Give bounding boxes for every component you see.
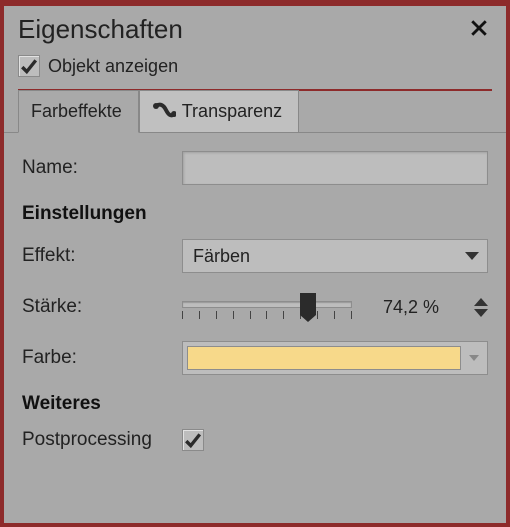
show-object-label: Objekt anzeigen [48, 56, 178, 77]
slider-ticks [182, 311, 352, 321]
form-body: Name: Einstellungen Effekt: Färben Stärk… [4, 133, 506, 451]
row-effect: Effekt: Färben [22, 239, 488, 273]
name-label: Name: [22, 157, 182, 179]
color-swatch [187, 346, 461, 370]
section-more: Weiteres [22, 393, 488, 415]
tab-transparency[interactable]: Transparenz [139, 90, 299, 133]
tab-label: Transparenz [182, 101, 282, 122]
postprocessing-checkbox[interactable] [182, 429, 204, 451]
slider-track [182, 301, 352, 308]
check-icon [184, 431, 202, 449]
tab-label: Farbeffekte [31, 101, 122, 122]
color-picker[interactable] [182, 341, 488, 375]
row-strength: Stärke: 74,2 % [22, 291, 488, 323]
spinner-up[interactable] [474, 298, 488, 306]
show-object-row: Objekt anzeigen [4, 49, 506, 89]
tab-color-effects[interactable]: Farbeffekte [18, 90, 139, 133]
name-input[interactable] [182, 151, 488, 185]
close-button[interactable] [466, 15, 492, 45]
close-icon [470, 19, 488, 37]
effect-label: Effekt: [22, 245, 182, 267]
strength-label: Stärke: [22, 296, 182, 318]
color-dropdown[interactable] [465, 346, 483, 370]
strength-spinner [474, 298, 488, 317]
row-postprocessing: Postprocessing [22, 429, 488, 451]
effect-select[interactable]: Färben [182, 239, 488, 273]
chevron-down-icon [465, 252, 479, 260]
postprocessing-label: Postprocessing [22, 429, 182, 451]
panel-header: Eigenschaften [4, 6, 506, 49]
row-color: Farbe: [22, 341, 488, 375]
row-name: Name: [22, 151, 488, 185]
check-icon [20, 57, 38, 75]
show-object-checkbox[interactable] [18, 55, 40, 77]
transparency-icon [152, 102, 176, 122]
color-label: Farbe: [22, 347, 182, 369]
strength-control: 74,2 % [182, 291, 488, 323]
spinner-down[interactable] [474, 309, 488, 317]
properties-panel: Eigenschaften Objekt anzeigen Farbeffekt… [0, 0, 510, 527]
slider-thumb[interactable] [300, 293, 316, 315]
strength-value[interactable]: 74,2 % [364, 292, 458, 322]
tab-row: Farbeffekte Transparenz [4, 89, 506, 133]
chevron-down-icon [469, 355, 479, 361]
section-settings: Einstellungen [22, 203, 488, 225]
effect-value: Färben [193, 246, 250, 267]
panel-title: Eigenschaften [18, 14, 183, 45]
strength-slider[interactable] [182, 291, 352, 323]
